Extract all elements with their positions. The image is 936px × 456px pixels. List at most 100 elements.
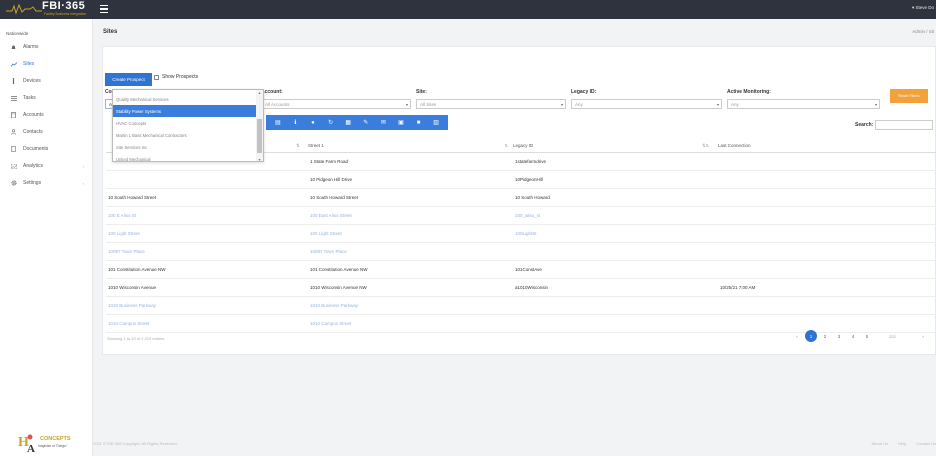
scroll-down-icon[interactable]: ▼: [257, 158, 262, 161]
menu-toggle-icon[interactable]: [100, 5, 108, 13]
svg-text:A: A: [27, 443, 35, 454]
table-cell-legacy: 1statefarmdrive: [515, 159, 547, 164]
table-row[interactable]: 1010 Wisconsin Avenue 1010 Wisconsin Aven…: [106, 279, 936, 297]
brand-tagline: Facility Business Integration: [44, 12, 87, 16]
table-icon[interactable]: ▦: [343, 119, 353, 126]
user-menu[interactable]: ▾ Steve Do: [912, 5, 934, 11]
table-cell-name[interactable]: 101 Constitution Avenue NW: [108, 267, 165, 272]
account-filter-label: Account:: [261, 89, 283, 95]
table-row[interactable]: 1010 Business Parkway 1010 Business Parkw…: [106, 297, 936, 315]
alert-icon[interactable]: ●: [308, 120, 318, 126]
show-prospects-checkbox[interactable]: [154, 74, 159, 80]
table-cell-name[interactable]: 10087 Town Place: [108, 249, 145, 254]
table-cell-name[interactable]: 1010 Campus Street: [108, 321, 149, 326]
refresh-icon[interactable]: ↻: [326, 119, 336, 126]
reset-filters-button[interactable]: Reset Filters: [890, 89, 928, 103]
dropdown-option[interactable]: United Mechanical: [113, 153, 258, 162]
goto-page-input[interactable]: 222: [889, 334, 909, 339]
page-button-3[interactable]: 3: [833, 330, 845, 342]
show-prospects-label: Show Prospects: [162, 74, 199, 80]
sidebar-item-analytics[interactable]: Analytics ›: [10, 162, 90, 170]
last-page-button[interactable]: »: [931, 330, 936, 342]
table-cell-street: 1010 Wisconsin Avenue NW: [310, 285, 367, 290]
account-select[interactable]: All Accounts ▾: [261, 99, 411, 109]
sidebar-item-settings[interactable]: Settings ›: [10, 179, 90, 187]
page-button-1[interactable]: 1: [805, 330, 817, 342]
account-select-value: All Accounts: [265, 101, 290, 107]
create-prospect-button[interactable]: Create Prospect: [105, 73, 152, 86]
dropdown-option[interactable]: Martin L Bass Mechanical Contractors: [113, 129, 258, 141]
sidebar: Nationwide Alarms Sites Devices Tasks Ac…: [0, 19, 93, 456]
search-label: Search:: [855, 122, 874, 128]
concepts-logo: H A CONCEPTS magician of Things!: [18, 432, 80, 454]
table-cell-legacy: a1010Wisconsin: [515, 285, 549, 290]
active-monitoring-select[interactable]: Any ▾: [727, 99, 880, 109]
table-cell-street: 10 South Howard Street: [310, 195, 359, 200]
table-row[interactable]: 10 South Howard Street 10 South Howard St…: [106, 189, 936, 207]
page-button-4[interactable]: 4: [847, 330, 859, 342]
table-cell-name[interactable]: 100 Light Street: [108, 231, 140, 236]
table-cell-name[interactable]: 10 South Howard Street: [108, 195, 156, 200]
column-header-street[interactable]: Street 1 ⇅: [308, 143, 508, 148]
sidebar-item-documents[interactable]: Documents: [10, 145, 90, 153]
show-prospects-toggle[interactable]: Show Prospects: [154, 74, 198, 80]
footer-link-help[interactable]: Help: [898, 441, 906, 446]
sidebar-item-alarms[interactable]: Alarms: [10, 43, 90, 51]
column-header-last-connection[interactable]: Last Connection: [718, 143, 928, 148]
search-input[interactable]: [875, 120, 933, 130]
breadcrumb[interactable]: Admin / Sit: [912, 29, 934, 34]
table-row[interactable]: 100 E Aliso St 100 East Aliso Street 100_a…: [106, 207, 936, 225]
page-button-5[interactable]: 5: [861, 330, 873, 342]
sidebar-item-sites[interactable]: Sites: [10, 60, 90, 68]
table-cell-street: 100 Light Street: [310, 231, 342, 236]
chevron-down-icon: ▾: [874, 101, 877, 107]
sidebar-item-label: Devices: [23, 78, 41, 84]
prev-page-button[interactable]: ‹: [791, 330, 803, 342]
edit-icon[interactable]: ✎: [361, 119, 371, 126]
card-icon[interactable]: ▣: [396, 119, 406, 126]
main-content: Sites Admin / Sit Create Prospect Show P…: [93, 19, 936, 456]
column-toolbar: ▤ ℹ ● ↻ ▦ ✎ ✉ ▣ ■ ▥: [266, 115, 448, 130]
dropdown-option[interactable]: Site Services Inc: [113, 141, 258, 153]
dropdown-option-selected[interactable]: Stability Power Systems: [113, 105, 258, 117]
dropdown-scrollbar[interactable]: ▲ ▼: [256, 90, 263, 161]
info-icon[interactable]: ℹ: [290, 119, 300, 126]
page-button-2[interactable]: 2: [819, 330, 831, 342]
dropdown-option[interactable]: Quality Mechanical Services: [113, 93, 258, 105]
export-icon[interactable]: ▤: [273, 119, 283, 126]
sidebar-item-contacts[interactable]: Contacts: [10, 128, 90, 136]
table-cell-name[interactable]: 100 E Aliso St: [108, 213, 136, 218]
dropdown-option[interactable]: HVAC Concepts: [113, 117, 258, 129]
footer-links: About Us Help Contact Us: [872, 441, 936, 446]
sidebar-item-accounts[interactable]: Accounts: [10, 111, 90, 119]
sort-icon: ⇅: [296, 143, 300, 148]
column-header-legacy-id[interactable]: Legacy ID ⇅: [513, 143, 713, 148]
table-row[interactable]: 100 Light Street 100 Light Street 100Light…: [106, 225, 936, 243]
table-row[interactable]: 10087 Town Place 10087 Town Place: [106, 243, 936, 261]
next-page-button[interactable]: ›: [917, 330, 929, 342]
concepts-logo-text: CONCEPTS: [40, 436, 71, 442]
sidebar-item-tasks[interactable]: Tasks: [10, 94, 90, 102]
sidebar-item-devices[interactable]: Devices: [10, 77, 90, 85]
scrollbar-thumb[interactable]: [257, 119, 262, 153]
fbi365-logo[interactable]: FBI·365 Facility Business Integration: [6, 0, 94, 17]
sidebar-item-label: Tasks: [23, 95, 36, 101]
table-row[interactable]: 10 Pidgeon Hill Drive 10PidgeonHill: [106, 171, 936, 189]
table-row[interactable]: 101 Constitution Avenue NW 101 Constituti…: [106, 261, 936, 279]
site-filter-label: Site:: [416, 89, 427, 95]
legacy-id-select[interactable]: Any ▾: [571, 99, 722, 109]
chevron-right-icon: ›: [82, 163, 84, 169]
mail-icon[interactable]: ✉: [378, 119, 388, 126]
site-select[interactable]: All Sites ▾: [416, 99, 566, 109]
trash-icon[interactable]: ▥: [431, 119, 441, 126]
table-cell-name[interactable]: 1010 Business Parkway: [108, 303, 156, 308]
table-cell-name[interactable]: 1010 Wisconsin Avenue: [108, 285, 156, 290]
table-cell-street: 10 Pidgeon Hill Drive: [310, 177, 353, 182]
sidebar-item-label: Accounts: [23, 112, 44, 118]
chart-icon: [10, 61, 17, 68]
gear-icon: [10, 180, 17, 187]
footer-link-about[interactable]: About Us: [872, 441, 888, 446]
scroll-up-icon[interactable]: ▲: [257, 91, 262, 95]
lock-icon[interactable]: ■: [414, 120, 424, 126]
footer-link-contact[interactable]: Contact Us: [916, 441, 936, 446]
